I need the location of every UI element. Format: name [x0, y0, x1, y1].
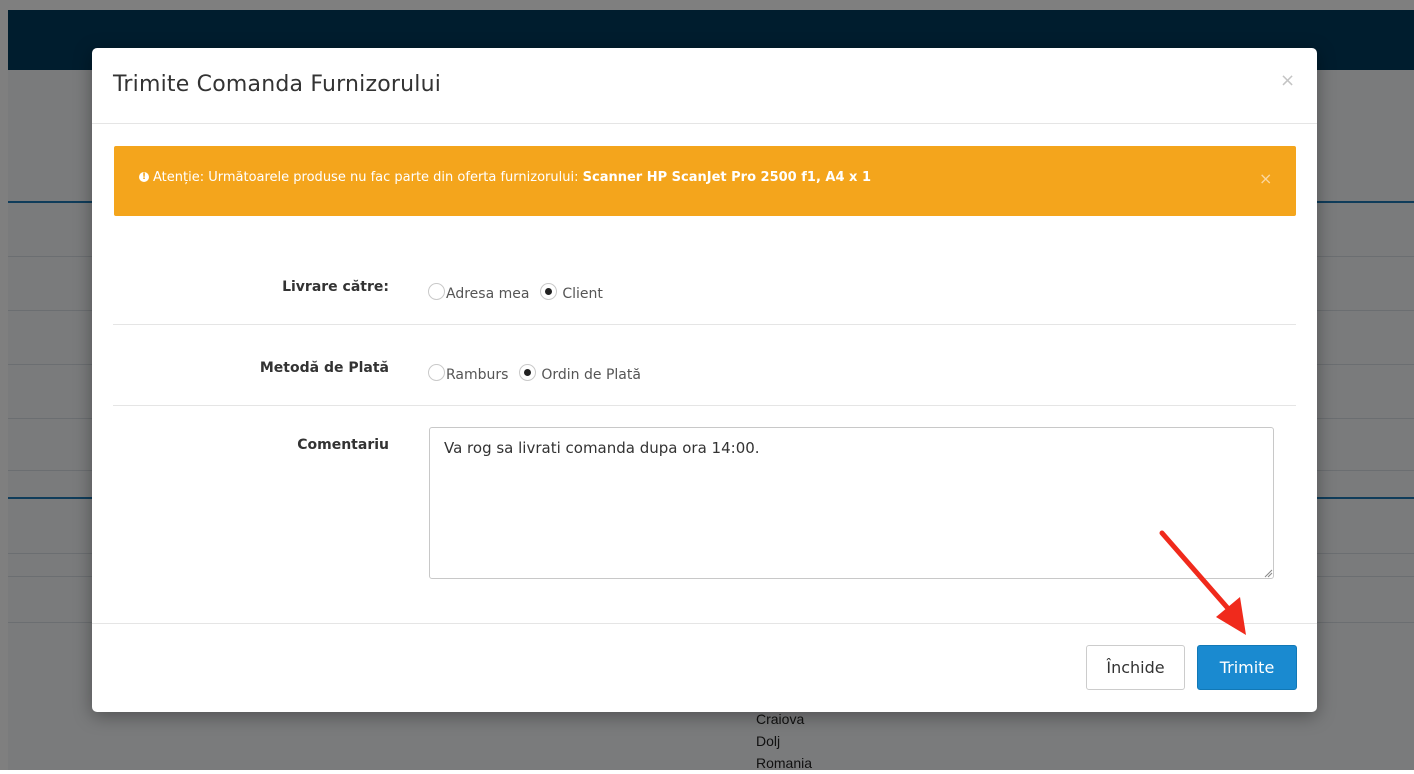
radio-unchecked-icon[interactable]: [428, 283, 445, 300]
modal-close-icon[interactable]: ×: [1280, 70, 1295, 91]
comment-label: Comentariu: [297, 437, 389, 453]
delivery-option-label: Adresa mea: [446, 286, 530, 302]
delivery-option-label: Client: [562, 286, 603, 302]
modal-title: Trimite Comanda Furnizorului: [113, 72, 442, 97]
payment-radio-group: Ramburs Ordin de Plată: [428, 364, 647, 383]
radio-checked-icon[interactable]: [539, 283, 557, 300]
payment-option-cash-on-delivery[interactable]: Ramburs: [428, 364, 508, 383]
delivery-radio-group: Adresa mea Client: [428, 283, 609, 302]
delivery-label: Livrare către:: [282, 279, 389, 295]
form-divider: [113, 324, 1296, 325]
modal-footer-divider: [92, 623, 1317, 624]
form-divider: [113, 405, 1296, 406]
modal-header: Trimite Comanda Furnizorului ×: [92, 48, 1317, 124]
comment-textarea[interactable]: Va rog sa livrati comanda dupa ora 14:00…: [429, 427, 1274, 579]
radio-checked-icon[interactable]: [518, 364, 536, 381]
alert-close-icon[interactable]: ×: [1259, 169, 1272, 188]
exclamation-circle-icon: !: [139, 172, 149, 182]
radio-unchecked-icon[interactable]: [428, 364, 445, 381]
close-button[interactable]: Închide: [1086, 645, 1185, 690]
payment-label: Metodă de Plată: [259, 360, 389, 376]
payment-option-label: Ramburs: [446, 367, 509, 383]
payment-option-label: Ordin de Plată: [541, 367, 641, 383]
payment-option-bank-transfer[interactable]: Ordin de Plată: [518, 364, 641, 383]
alert-products: Scanner HP ScanJet Pro 2500 f1, A4 x 1: [582, 170, 872, 185]
delivery-option-client[interactable]: Client: [539, 283, 603, 302]
resize-grip-icon[interactable]: [1264, 569, 1273, 578]
alert-prefix: Atenție: Următoarele produse nu fac part…: [153, 170, 579, 185]
annotation-arrow-icon: [1159, 530, 1246, 635]
warning-alert: ! Atenție: Următoarele produse nu fac pa…: [114, 146, 1296, 216]
send-button[interactable]: Trimite: [1197, 645, 1297, 690]
send-order-modal: Trimite Comanda Furnizorului × ! Atenție…: [92, 48, 1317, 712]
alert-message: Atenție: Următoarele produse nu fac part…: [153, 170, 871, 185]
delivery-option-my-address[interactable]: Adresa mea: [428, 283, 529, 302]
